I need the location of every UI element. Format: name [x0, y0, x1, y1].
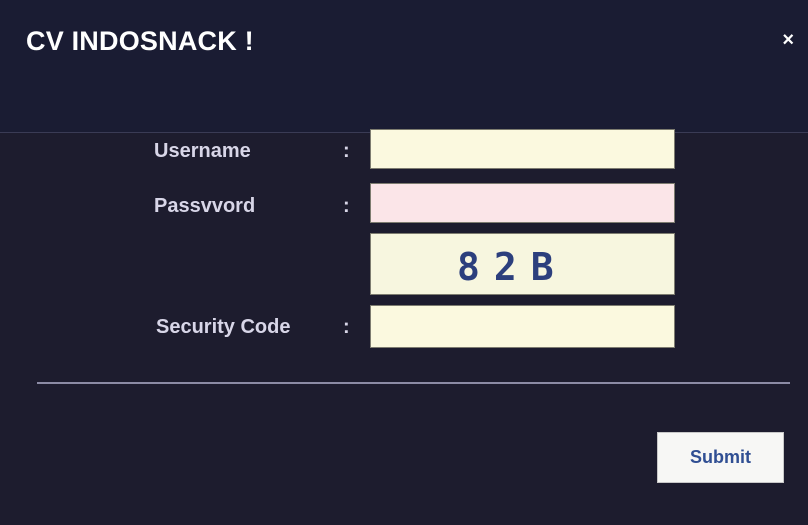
login-dialog: CV INDOSNACK ! × Username : Passvvord : …: [0, 0, 808, 525]
security-code-input[interactable]: [370, 305, 675, 348]
captcha-image: 82B: [370, 233, 675, 295]
password-colon: :: [343, 195, 350, 217]
title-bar: CV INDOSNACK ! ×: [0, 0, 808, 133]
window-title: CV INDOSNACK !: [26, 26, 254, 56]
username-input[interactable]: [370, 129, 675, 169]
form-divider: [37, 382, 790, 384]
username-label: Username: [154, 140, 251, 162]
security-code-colon: :: [343, 316, 350, 338]
submit-button[interactable]: Submit: [657, 432, 784, 483]
close-icon[interactable]: ×: [782, 30, 794, 50]
security-code-label: Security Code: [156, 316, 291, 338]
captcha-code: 82B: [457, 245, 568, 289]
password-input[interactable]: [370, 183, 675, 223]
password-label: Passvvord: [154, 195, 256, 217]
username-colon: :: [343, 140, 350, 162]
